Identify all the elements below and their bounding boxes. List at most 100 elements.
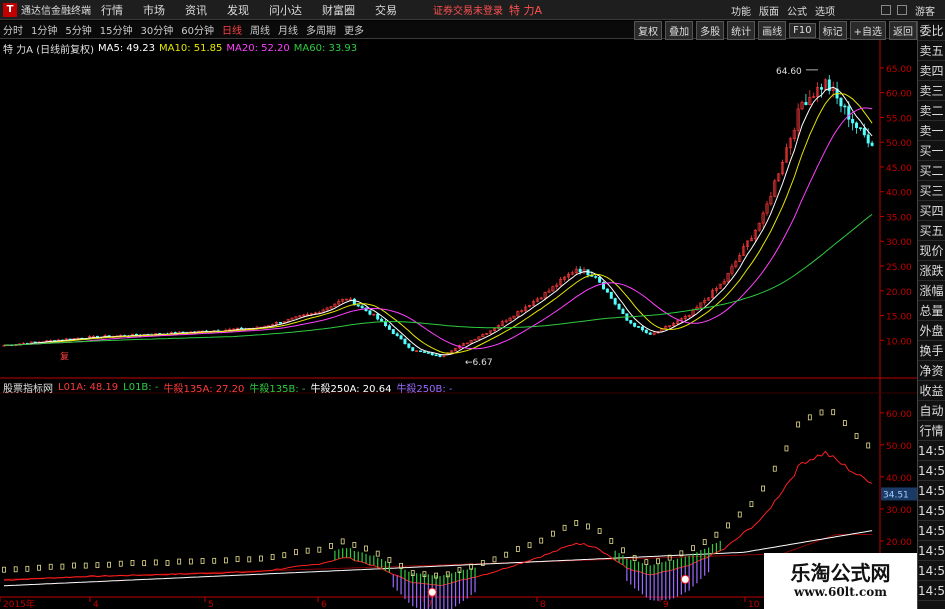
tool-stats[interactable]: 统计 <box>727 20 756 40</box>
candle-body <box>847 106 851 120</box>
menu-options[interactable]: 选项 <box>815 3 835 18</box>
ind-tick-label: 30.00 <box>886 506 912 516</box>
side-item-6[interactable]: 买一 <box>918 141 945 161</box>
signal-box <box>527 542 532 549</box>
period-weekly[interactable]: 周线 <box>250 22 270 37</box>
l01b-label: L01B: - <box>123 381 159 393</box>
side-item-25[interactable]: 14:50 <box>918 521 945 541</box>
candle-body <box>855 122 859 128</box>
side-item-27[interactable]: 14:50 <box>918 561 945 581</box>
candle-body <box>430 352 434 356</box>
side-item-20[interactable]: 行情 <box>918 421 945 441</box>
side-item-18[interactable]: 收益 <box>918 381 945 401</box>
candle-body <box>438 354 442 357</box>
side-item-28[interactable]: 14:50 <box>918 581 945 601</box>
tool-add-watchlist[interactable]: +自选 <box>849 20 886 40</box>
minimize-icon[interactable] <box>881 5 891 15</box>
candle-body <box>411 347 415 352</box>
tool-back[interactable]: 返回 <box>889 20 917 40</box>
signal-box <box>130 560 135 566</box>
signal-box <box>95 562 100 569</box>
signal-box <box>854 433 859 439</box>
side-item-12[interactable]: 涨跌 <box>918 261 945 281</box>
side-item-2[interactable]: 卖四 <box>918 61 945 81</box>
menu-wealth[interactable]: 财富圈 <box>322 2 355 18</box>
tool-overlay[interactable]: 叠加 <box>665 20 694 40</box>
signal-box <box>375 550 380 557</box>
signal-box <box>539 537 544 544</box>
period-30min[interactable]: 30分钟 <box>140 22 173 37</box>
menu-discover[interactable]: 发现 <box>227 2 249 18</box>
candle-body <box>637 326 641 328</box>
time-tick-label: 8 <box>540 600 546 609</box>
signal-box <box>247 556 252 563</box>
indicator-name[interactable]: 股票指标网 <box>3 380 53 395</box>
candle-body <box>858 127 862 129</box>
period-15min[interactable]: 15分钟 <box>100 22 133 37</box>
period-multi[interactable]: 多周期 <box>306 22 336 37</box>
side-item-23[interactable]: 14:50 <box>918 481 945 501</box>
side-item-1[interactable]: 卖五 <box>918 41 945 61</box>
side-item-21[interactable]: 14:50 <box>918 441 945 461</box>
period-1min[interactable]: 1分钟 <box>31 22 57 37</box>
side-item-4[interactable]: 卖二 <box>918 101 945 121</box>
side-item-3[interactable]: 卖三 <box>918 81 945 101</box>
side-item-26[interactable]: 14:50 <box>918 541 945 561</box>
side-item-15[interactable]: 外盘 <box>918 321 945 341</box>
candle-body <box>804 102 808 105</box>
period-daily[interactable]: 日线 <box>222 22 242 37</box>
side-item-22[interactable]: 14:50 <box>918 461 945 481</box>
signal-box <box>796 421 801 428</box>
period-timeshare[interactable]: 分时 <box>3 22 23 37</box>
menu-news[interactable]: 资讯 <box>185 2 207 18</box>
maximize-icon[interactable] <box>897 5 907 15</box>
candle-body <box>419 350 423 353</box>
quote-side-panel: 委比 卖五 卖四 卖三 卖二 卖一 买一 买二 买三 买四 买五 现价 涨跌 涨幅 总量 外盘 换手 净资 收益 自动… <box>917 21 945 609</box>
menu-bar: T 通达信金融终端 行情 市场 资讯 发现 问小达 财富圈 交易 证券交易未登录… <box>0 0 945 20</box>
candle-body <box>348 298 352 301</box>
period-more[interactable]: 更多 <box>344 22 364 37</box>
side-item-16[interactable]: 换手 <box>918 341 945 361</box>
side-item-14[interactable]: 总量 <box>918 301 945 321</box>
menu-ask[interactable]: 问小达 <box>269 2 302 18</box>
menu-trade[interactable]: 交易 <box>375 2 397 18</box>
price-tick-label: 15.00 <box>886 313 912 323</box>
signal-box <box>866 442 871 449</box>
ma5-label: MA5: 49.23 <box>98 42 156 54</box>
candle-body <box>640 326 644 331</box>
side-item-8[interactable]: 买三 <box>918 181 945 201</box>
period-60min[interactable]: 60分钟 <box>181 22 214 37</box>
side-item-17[interactable]: 净资 <box>918 361 945 381</box>
side-item-9[interactable]: 买四 <box>918 201 945 221</box>
signal-box <box>480 560 485 566</box>
tool-multi-stock[interactable]: 多股 <box>696 20 725 40</box>
side-item-24[interactable]: 14:50 <box>918 501 945 521</box>
side-item-5[interactable]: 卖一 <box>918 121 945 141</box>
signal-box <box>118 560 123 567</box>
menu-market[interactable]: 市场 <box>143 2 165 18</box>
guest-label[interactable]: 游客 <box>915 3 935 18</box>
menu-formula[interactable]: 公式 <box>787 3 807 18</box>
signal-box <box>737 511 742 518</box>
period-monthly[interactable]: 月线 <box>278 22 298 37</box>
login-status[interactable]: 证券交易未登录 <box>433 2 503 17</box>
period-5min[interactable]: 5分钟 <box>65 22 91 37</box>
menu-function[interactable]: 功能 <box>731 3 751 18</box>
signal-box <box>142 560 147 567</box>
side-item-19[interactable]: 自动 <box>918 401 945 421</box>
tool-draw[interactable]: 画线 <box>758 20 787 40</box>
ind-tick-label: 50.00 <box>886 442 912 452</box>
tool-mark[interactable]: 标记 <box>818 20 847 40</box>
side-item-0[interactable]: 委比 <box>918 21 945 41</box>
chart-area[interactable]: 65.00 60.00 55.00 50.00 45.00 40.00 35.00 30.00… <box>0 40 917 609</box>
menu-quotes[interactable]: 行情 <box>101 2 123 18</box>
tool-adjust[interactable]: 复权 <box>634 20 663 40</box>
menu-layout[interactable]: 版面 <box>759 3 779 18</box>
side-item-10[interactable]: 买五 <box>918 221 945 241</box>
side-item-7[interactable]: 买二 <box>918 161 945 181</box>
side-item-13[interactable]: 涨幅 <box>918 281 945 301</box>
side-item-11[interactable]: 现价 <box>918 241 945 261</box>
candle-body <box>360 305 364 309</box>
tool-f10[interactable]: F10 <box>789 22 816 38</box>
signal-box <box>352 541 357 548</box>
